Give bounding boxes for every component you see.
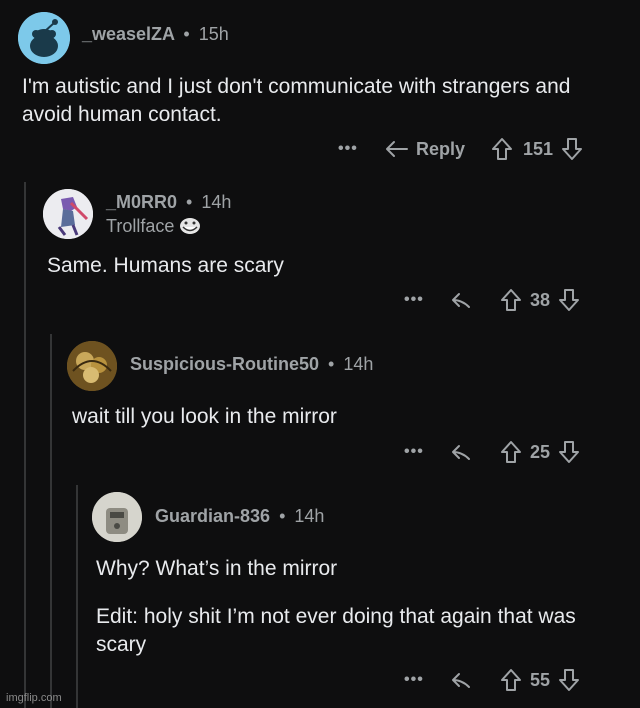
upvote-arrow-icon — [501, 669, 521, 691]
comment-body-line-1: Why? What’s in the mirror — [96, 557, 338, 580]
trollface-icon — [180, 218, 201, 234]
more-options-button[interactable]: ••• — [338, 140, 384, 158]
upvote-button[interactable] — [500, 288, 522, 312]
avatar[interactable] — [18, 12, 70, 64]
comment-body: Same. Humans are scary — [47, 254, 284, 277]
username-text[interactable]: _weaselZA — [82, 24, 174, 44]
separator-dot: • — [279, 506, 286, 526]
username-text[interactable]: _M0RR0 — [106, 192, 177, 212]
reply-button[interactable] — [450, 442, 472, 462]
reply-arrow-icon — [452, 293, 470, 308]
separator-dot: • — [186, 192, 193, 212]
reply-arrow-icon — [386, 141, 408, 157]
flair-text: Trollface — [106, 216, 175, 236]
separator-dot: • — [183, 24, 190, 44]
downvote-arrow-icon — [559, 669, 580, 691]
comment-body: wait till you look in the mirror — [72, 405, 337, 428]
timestamp: 15h — [198, 24, 229, 44]
downvote-button[interactable] — [558, 288, 580, 312]
separator-dot: • — [328, 354, 335, 374]
more-options-button[interactable]: ••• — [404, 671, 450, 689]
timestamp: 14h — [294, 506, 325, 526]
vote-count: 55 — [530, 669, 551, 690]
vote-count: 38 — [530, 289, 551, 310]
upvote-arrow-icon — [492, 138, 513, 160]
username[interactable]: _M0RR0 • 14h — [106, 192, 231, 213]
username[interactable]: Suspicious-Routine50 • 14h — [130, 354, 373, 375]
downvote-button[interactable] — [558, 440, 580, 464]
reply-button[interactable] — [450, 290, 472, 310]
thread-line-level-3[interactable] — [76, 485, 78, 708]
reply-label: Reply — [416, 138, 466, 159]
avatar[interactable] — [43, 189, 93, 239]
upvote-arrow-icon — [501, 289, 521, 311]
vote-count: 25 — [530, 441, 551, 462]
reply-button[interactable]: Reply — [384, 139, 465, 160]
snoo-icon — [18, 12, 70, 64]
watermark: imgflip.com — [6, 692, 62, 704]
robot-avatar-icon — [92, 492, 142, 542]
reply-arrow-icon — [452, 445, 470, 460]
username-text[interactable]: Guardian-836 — [155, 506, 270, 526]
reply-button[interactable] — [450, 670, 472, 690]
comment-actions: ••• Reply 151 — [338, 134, 618, 164]
timestamp: 14h — [201, 192, 232, 212]
downvote-arrow-icon — [559, 289, 580, 311]
character-avatar-icon — [43, 189, 93, 239]
upvote-arrow-icon — [501, 441, 521, 463]
timestamp: 14h — [343, 354, 374, 374]
comment-actions: ••• 25 — [404, 437, 618, 467]
nest-avatar-icon — [67, 341, 117, 391]
downvote-arrow-icon — [559, 441, 580, 463]
username[interactable]: _weaselZA • 15h — [82, 24, 229, 45]
thread-line-level-1[interactable] — [24, 182, 26, 708]
upvote-button[interactable] — [491, 137, 513, 161]
user-flair: Trollface — [106, 216, 201, 237]
avatar[interactable] — [92, 492, 142, 542]
reply-arrow-icon — [452, 673, 470, 688]
comment-body: I'm autistic and I just don't communicat… — [22, 75, 571, 126]
downvote-button[interactable] — [558, 668, 580, 692]
thread-line-level-2[interactable] — [50, 334, 52, 708]
comment-actions: ••• 55 — [404, 665, 618, 695]
downvote-arrow-icon — [562, 138, 583, 160]
upvote-button[interactable] — [500, 668, 522, 692]
comment-body-edit: Edit: holy shit I’m not ever doing that … — [96, 605, 576, 656]
more-options-button[interactable]: ••• — [404, 443, 450, 461]
upvote-button[interactable] — [500, 440, 522, 464]
username-text[interactable]: Suspicious-Routine50 — [130, 354, 319, 374]
avatar[interactable] — [67, 341, 117, 391]
vote-count: 151 — [523, 138, 554, 159]
downvote-button[interactable] — [561, 137, 583, 161]
username[interactable]: Guardian-836 • 14h — [155, 506, 324, 527]
more-options-button[interactable]: ••• — [404, 291, 450, 309]
comment-actions: ••• 38 — [404, 285, 618, 315]
